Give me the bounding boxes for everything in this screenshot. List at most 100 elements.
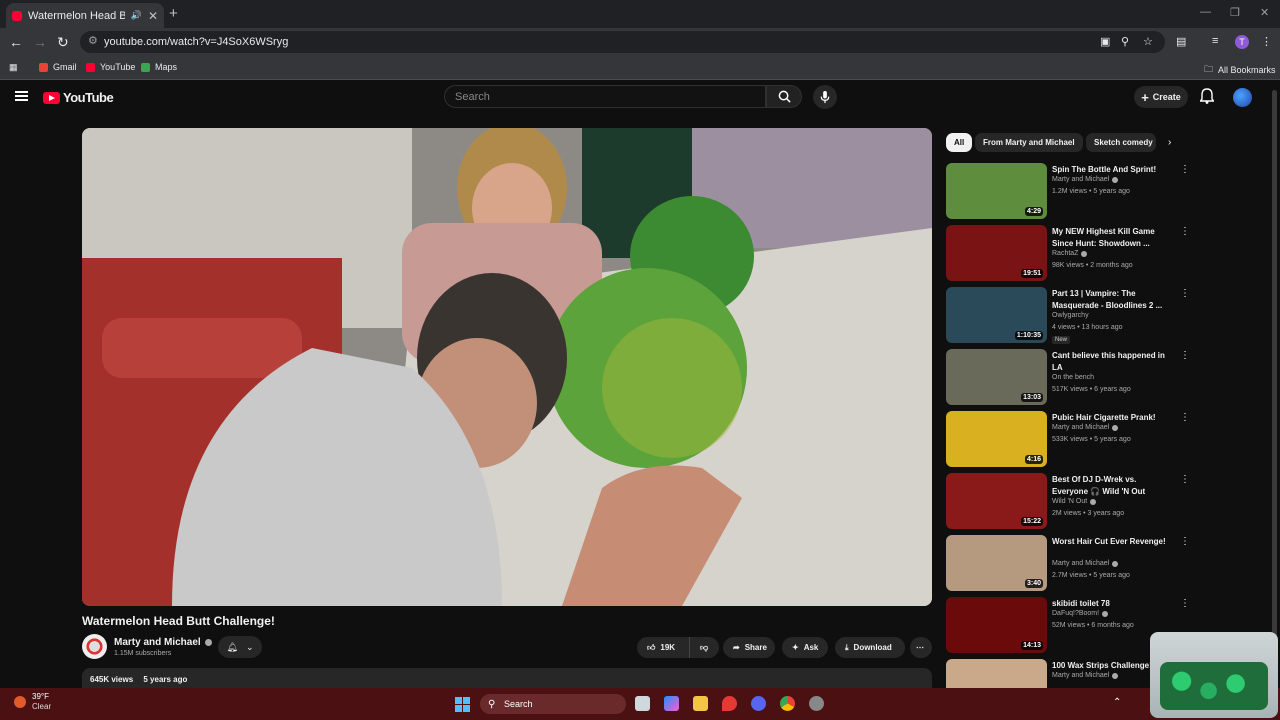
bookmark-youtube[interactable]: YouTube	[86, 62, 135, 72]
like-button[interactable]: 👍︎ 19K	[637, 637, 689, 658]
reload-icon[interactable]: ↻	[57, 34, 69, 51]
forward-icon[interactable]: →	[33, 34, 47, 50]
bookmark-gmail[interactable]: Gmail	[39, 62, 77, 72]
description-box[interactable]: 645K views 5 years ago	[82, 668, 932, 690]
subscriber-count: 1.15M subscribers	[114, 650, 172, 657]
new-tab-button[interactable]: +	[169, 5, 178, 22]
maps-pin-icon[interactable]	[722, 696, 737, 711]
recommendation-channel[interactable]: Marty and Michael	[1052, 672, 1119, 679]
youtube-logo[interactable]: YouTube	[43, 90, 114, 105]
weather-widget[interactable]: 39°F Clear	[14, 692, 51, 712]
all-bookmarks[interactable]: 🗀 All Bookmarks	[1204, 62, 1276, 78]
taskbar-search[interactable]: ⚲ Search	[480, 694, 626, 714]
copilot-icon[interactable]	[664, 696, 679, 711]
media-controls-icon[interactable]: ≡	[1212, 35, 1218, 47]
voice-search-button[interactable]	[813, 85, 837, 109]
close-window-icon[interactable]: ✕	[1260, 6, 1269, 19]
folder-icon: 🗀	[1204, 64, 1214, 74]
share-button[interactable]: ➦ Share	[723, 637, 775, 658]
zoom-icon[interactable]: ⚲	[1121, 35, 1129, 48]
recommendation-channel[interactable]: RachtaZ	[1052, 250, 1088, 257]
browser-tab[interactable]: Watermelon Head Butt Challenge 🔊 ✕	[6, 3, 164, 28]
download-button[interactable]: ⤓ Download	[835, 637, 905, 658]
profile-avatar[interactable]: T	[1235, 35, 1249, 49]
channel-name[interactable]: Marty and Michael	[114, 637, 212, 648]
video-player[interactable]	[82, 128, 932, 606]
video-thumbnail[interactable]: 13:03	[946, 349, 1047, 405]
address-bar[interactable]: ⚙ youtube.com/watch?v=J4SoX6WSryg	[80, 31, 1165, 53]
video-thumbnail[interactable]: 3:40	[946, 535, 1047, 591]
verified-icon	[204, 639, 212, 646]
bookmark-star-icon[interactable]: ☆	[1143, 35, 1153, 48]
minimize-icon[interactable]: —	[1200, 6, 1211, 18]
recommendation-channel[interactable]: Marty and Michael	[1052, 560, 1119, 567]
recommendation-channel[interactable]: DaFuq!?Boom!	[1052, 610, 1109, 617]
chrome-icon[interactable]	[780, 696, 795, 711]
account-avatar[interactable]	[1233, 88, 1252, 107]
more-options-icon[interactable]: ⋮	[1180, 226, 1190, 237]
recommendation-item[interactable]: 4:29 Spin The Bottle And Sprint! Marty and…	[946, 163, 1190, 219]
windows-start-icon[interactable]	[455, 697, 470, 712]
ask-button[interactable]: ✦ Ask	[782, 637, 828, 658]
recommendation-channel[interactable]: Marty and Michael	[1052, 176, 1119, 183]
video-thumbnail[interactable]: 19:51	[946, 225, 1047, 281]
video-duration: 4:16	[1024, 455, 1043, 464]
video-thumbnail[interactable]: 1:10:35	[946, 287, 1047, 343]
site-info-icon[interactable]: ⚙	[88, 34, 98, 47]
speaker-icon[interactable]: 🔊	[131, 10, 142, 21]
notifications-bell-icon[interactable]	[1200, 88, 1214, 104]
recommendation-item[interactable]: 1:10:35 Part 13 | Vampire: The Masquerade…	[946, 287, 1190, 344]
dislike-button[interactable]: 👎︎	[689, 637, 719, 658]
app-icon[interactable]	[809, 696, 824, 711]
recommendation-channel[interactable]: Wild 'N Out	[1052, 498, 1097, 505]
video-thumbnail[interactable]: 4:29	[946, 163, 1047, 219]
more-options-icon[interactable]: ⋮	[1180, 474, 1190, 485]
more-options-icon[interactable]: ⋮	[1180, 350, 1190, 361]
discord-icon[interactable]	[751, 696, 766, 711]
more-options-icon[interactable]: ⋮	[1180, 288, 1190, 299]
video-thumbnail[interactable]: 4:16	[946, 411, 1047, 467]
more-options-icon[interactable]: ⋮	[1180, 164, 1190, 175]
tray-overflow-icon[interactable]: ⌃	[1113, 697, 1121, 708]
recommendation-item[interactable]: 13:03 Cant believe this happened in LA On …	[946, 349, 1190, 405]
create-button[interactable]: + Create	[1134, 86, 1188, 108]
extensions-icon[interactable]: ▤	[1176, 35, 1186, 48]
more-options-icon[interactable]: ⋮	[1180, 536, 1190, 547]
bookmark-maps[interactable]: Maps	[141, 62, 177, 72]
recommendation-channel[interactable]: Owlygarchy	[1052, 312, 1089, 319]
task-view-icon[interactable]	[635, 696, 650, 711]
verified-icon	[1112, 176, 1119, 183]
weather-condition: Clear	[32, 702, 52, 711]
search-input[interactable]: Search	[444, 85, 766, 108]
video-thumbnail[interactable]: 15:22	[946, 473, 1047, 529]
recommendation-channel[interactable]: Marty and Michael	[1052, 424, 1119, 431]
restore-icon[interactable]: ❐	[1230, 6, 1240, 19]
more-options-icon[interactable]: ⋮	[1180, 598, 1190, 609]
more-actions-button[interactable]: ⋯	[910, 637, 932, 658]
channel-avatar[interactable]	[82, 634, 107, 659]
install-app-icon[interactable]: ▣	[1100, 35, 1110, 48]
close-tab-icon[interactable]: ✕	[148, 9, 158, 23]
menu-kebab-icon[interactable]: ⋮	[1261, 35, 1272, 48]
recommendation-item[interactable]: 4:16 Pubic Hair Cigarette Prank! Marty and…	[946, 411, 1190, 467]
more-options-icon[interactable]: ⋮	[1180, 412, 1190, 423]
hamburger-menu-icon[interactable]	[15, 91, 28, 101]
recommendation-channel[interactable]: On the bench	[1052, 374, 1094, 381]
recommendation-item[interactable]: 3:40 Worst Hair Cut Ever Revenge! Marty an…	[946, 535, 1190, 591]
page-scrollbar[interactable]	[1272, 90, 1277, 690]
taskbar-search-icon: ⚲	[488, 698, 496, 710]
video-thumbnail[interactable]: 14:13	[946, 597, 1047, 653]
recommendation-item[interactable]: 15:22 Best Of DJ D-Wrek vs. Everyone 🎧 Wi…	[946, 473, 1190, 529]
chevron-right-icon[interactable]: ›	[1168, 137, 1171, 148]
chip-sketch-comedy[interactable]: Sketch comedy	[1086, 133, 1156, 152]
subscription-notification-button[interactable]: 🔔︎ ⌄	[218, 636, 262, 658]
chip-all[interactable]: All	[946, 133, 973, 152]
recommendation-item[interactable]: 19:51 My NEW Highest Kill Game Since Hunt…	[946, 225, 1190, 281]
file-explorer-icon[interactable]	[693, 696, 708, 711]
more-dots-icon: ⋯	[916, 643, 924, 652]
chip-from-channel[interactable]: From Marty and Michael	[975, 133, 1083, 152]
back-icon[interactable]: ←	[9, 34, 23, 50]
upload-age: 5 years ago	[143, 675, 188, 684]
search-button[interactable]	[766, 85, 802, 108]
apps-grid-icon[interactable]: ▦	[9, 62, 18, 73]
